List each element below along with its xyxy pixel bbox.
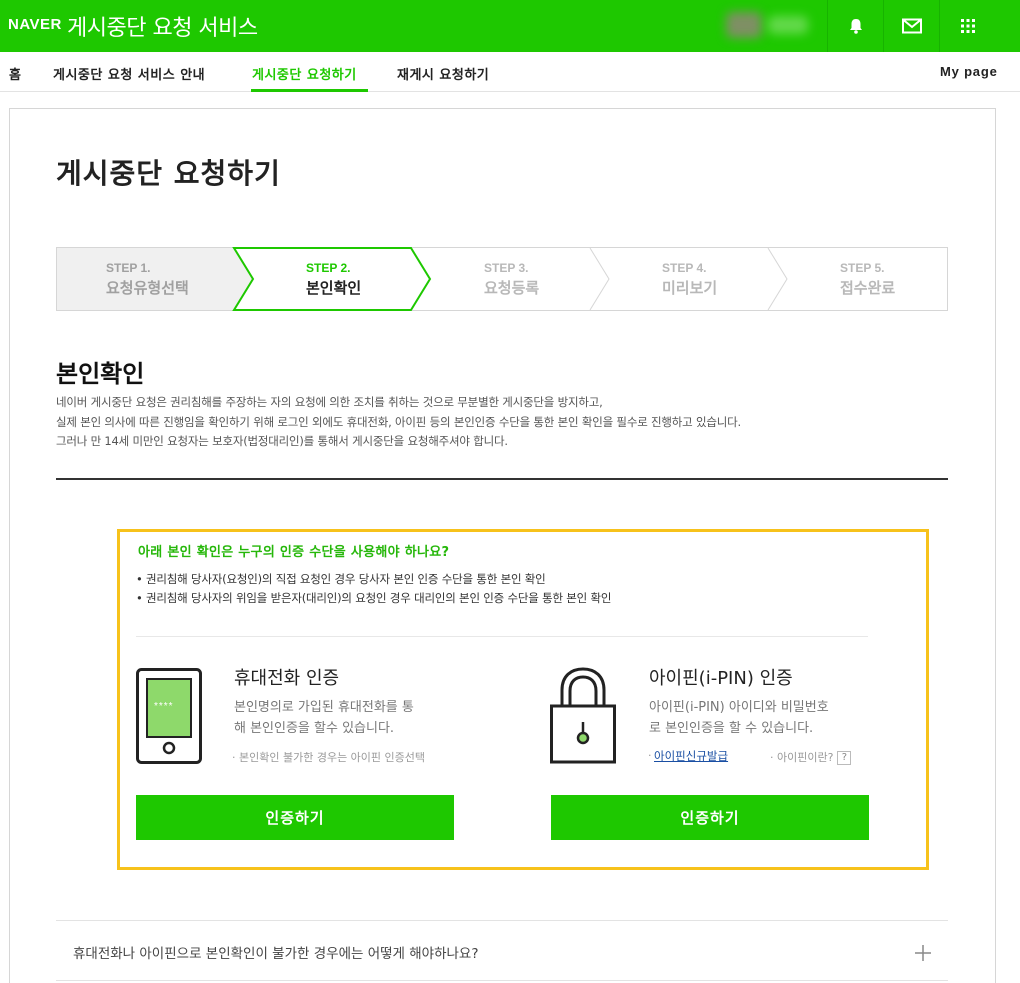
apps-grid-icon [960, 19, 975, 33]
section-divider [56, 478, 948, 480]
help-question-icon[interactable]: ? [837, 751, 852, 765]
section-description: 네이버 게시중단 요청은 권리침해를 주장하는 자의 요청에 의한 조치를 취하… [56, 393, 741, 452]
step1-name: 요청유형선택 [106, 279, 189, 297]
mail-button[interactable] [883, 0, 939, 52]
phone-desc-line: 본인명의로 가입된 휴대전화를 통 [234, 700, 414, 715]
ipin-link-bullet: · [648, 749, 652, 762]
ipin-auth-title: 아이핀(i-PIN) 인증 [649, 668, 793, 689]
nav-home[interactable]: 홈 [9, 64, 21, 83]
step5-label: STEP 5. [840, 261, 885, 275]
page-title: 게시중단 요청하기 [56, 157, 281, 190]
auth-rule-line: • 권리침해 당사자의 위임을 받은자(대리인)의 요청인 경우 대리인의 본인… [136, 591, 612, 605]
ipin-help-text[interactable]: · 아이핀이란? [770, 751, 833, 764]
step4-name: 미리보기 [662, 279, 718, 297]
mobile-phone-icon [136, 668, 202, 764]
bell-icon [849, 19, 862, 34]
step5-name: 접수완료 [840, 279, 896, 297]
ipin-auth-desc: 아이핀(i-PIN) 아이디와 비밀번호 로 본인인증을 할 수 있습니다. [649, 697, 829, 739]
desc-line: 네이버 게시중단 요청은 권리침해를 주장하는 자의 요청에 의한 조치를 취하… [56, 395, 603, 409]
auth-box-divider [136, 636, 868, 637]
step2-name: 본인확인 [306, 279, 362, 297]
auth-question: 아래 본인 확인은 누구의 인증 수단을 사용해야 하나요? [138, 545, 450, 560]
padlock-icon [550, 667, 616, 764]
top-bar: NAVER 게시중단 요청 서비스 [0, 0, 1020, 52]
step3-label: STEP 3. [484, 261, 529, 275]
nav-mypage[interactable]: My page [940, 64, 998, 79]
ipin-auth-button[interactable]: 인증하기 [551, 795, 869, 840]
desc-line: 그러나 만 14세 미만인 요청자는 보호자(법정대리인)를 통해서 게시중단을… [56, 434, 508, 448]
nav-request[interactable]: 게시중단 요청하기 [252, 64, 357, 83]
step2-label: STEP 2. [306, 261, 351, 275]
step4-label: STEP 4. [662, 261, 707, 275]
notification-button[interactable] [827, 0, 883, 52]
ipin-help-link[interactable]: · 아이핀이란?? [770, 749, 852, 765]
step1-label: STEP 1. [106, 261, 151, 275]
phone-auth-title: 휴대전화 인증 [234, 668, 340, 689]
nav-guide[interactable]: 게시중단 요청 서비스 안내 [53, 64, 205, 83]
ipin-desc-line: 로 본인인증을 할 수 있습니다. [649, 721, 814, 736]
phone-desc-line: 해 본인인증을 할수 있습니다. [234, 721, 395, 736]
desc-line: 실제 본인 의사에 따른 진행임을 확인하기 위해 로그인 외에도 휴대전화, … [56, 414, 741, 429]
naver-logo[interactable]: NAVER [8, 16, 62, 33]
phone-auth-note: · 본인확인 불가한 경우는 아이핀 인증선택 [232, 751, 426, 764]
main-nav: 홈 게시중단 요청 서비스 안내 게시중단 요청하기 재게시 요청하기 My p… [0, 52, 1020, 92]
phone-auth-desc: 본인명의로 가입된 휴대전화를 통 해 본인인증을 할수 있습니다. [234, 697, 414, 739]
mail-icon [901, 18, 922, 34]
step3-name: 요청등록 [484, 279, 540, 297]
step-indicator: STEP 1. 요청유형선택 STEP 2. 본인확인 STEP 3. 요청등록… [56, 247, 948, 311]
ipin-new-issue-link[interactable]: 아이핀신규발급 [654, 748, 728, 764]
section-title: 본인확인 [56, 360, 145, 388]
apps-button[interactable] [939, 0, 995, 52]
user-profile-blurred[interactable] [726, 10, 810, 38]
faq-question[interactable]: 휴대전화나 아이핀으로 본인확인이 불가한 경우에는 어떻게 해야하나요? [73, 942, 479, 962]
plus-expand-icon[interactable] [914, 944, 932, 962]
service-title[interactable]: 게시중단 요청 서비스 [67, 10, 258, 42]
phone-auth-button[interactable]: 인증하기 [136, 795, 454, 840]
ipin-desc-line: 아이핀(i-PIN) 아이디와 비밀번호 [649, 700, 829, 715]
phone-screen-text: **** [154, 701, 174, 712]
auth-rule-line: • 권리침해 당사자(요청인)의 직접 요청인 경우 당사자 본인 인증 수단을… [136, 572, 546, 586]
faq-divider-bottom [56, 980, 948, 981]
faq-divider-top [56, 920, 948, 921]
nav-active-indicator [251, 89, 368, 92]
nav-repost[interactable]: 재게시 요청하기 [397, 64, 489, 83]
